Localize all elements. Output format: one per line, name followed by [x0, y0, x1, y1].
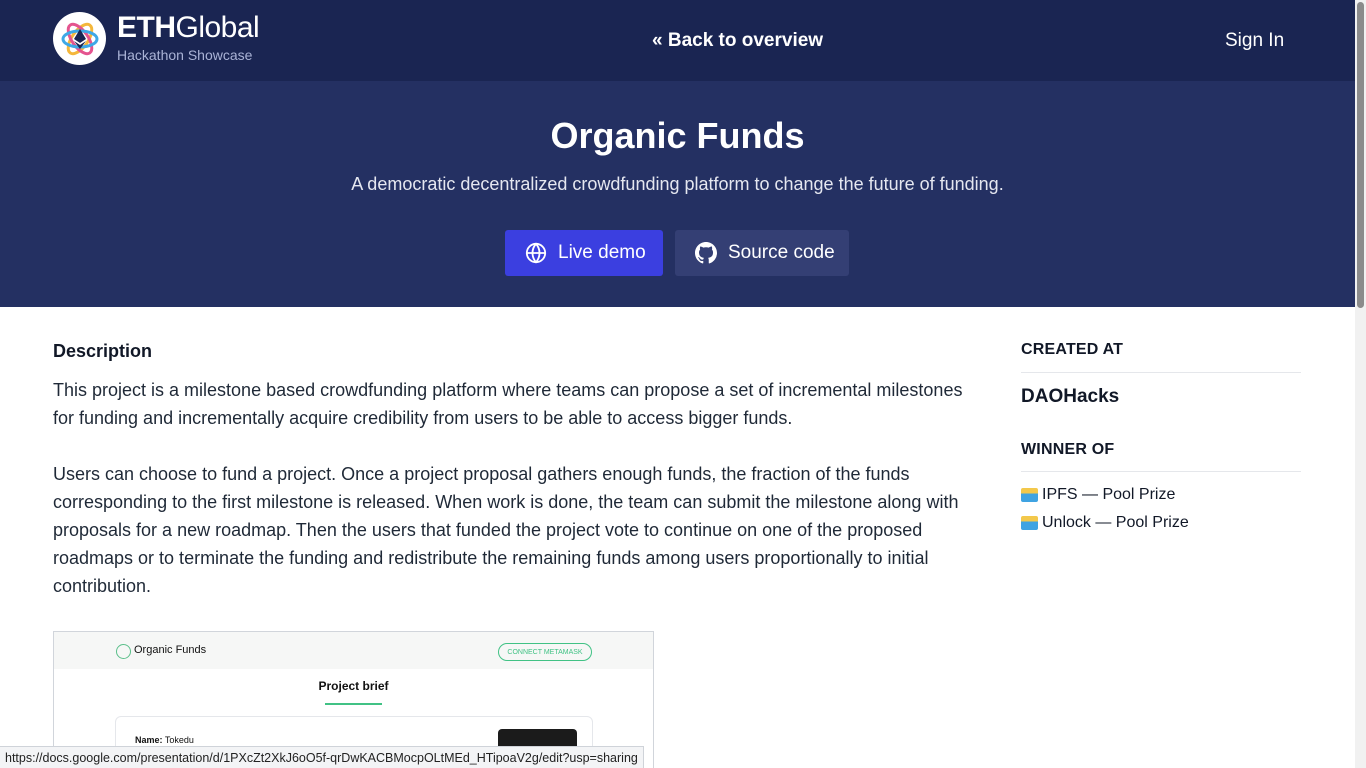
scrollbar-thumb[interactable] [1357, 2, 1364, 308]
source-code-label: Source code [728, 242, 835, 263]
pool-prize-icon [1021, 488, 1038, 502]
prize-item: IPFS — Pool Prize [1021, 486, 1175, 504]
globe-icon [525, 242, 547, 264]
brand-subtitle: Hackathon Showcase [117, 47, 253, 63]
description-paragraph: This project is a milestone based crowdf… [53, 380, 963, 428]
sign-in-link[interactable]: Sign In [1225, 30, 1284, 52]
project-tagline: A democratic decentralized crowdfunding … [351, 174, 1004, 194]
github-icon [695, 242, 717, 264]
description-heading: Description [53, 341, 153, 361]
top-navigation-bar: ETHGlobal Hackathon Showcase « Back to o… [0, 0, 1355, 81]
divider [1021, 372, 1301, 373]
winner-of-heading: WINNER OF [1021, 441, 1115, 458]
prize-label: IPFS — Pool Prize [1042, 486, 1176, 503]
event-link[interactable]: DAOHacks [1021, 386, 1119, 408]
live-demo-button[interactable]: Live demo [505, 230, 663, 276]
preview-connect-button: CONNECT METAMASK [498, 643, 592, 661]
created-at-heading: CREATED AT [1021, 341, 1124, 358]
project-hero: Organic Funds A democratic decentralized… [0, 81, 1355, 307]
source-code-button[interactable]: Source code [675, 230, 849, 276]
brand: ETHGlobal Hackathon Showcase [117, 10, 260, 63]
divider [1021, 471, 1301, 472]
preview-section-title: Project brief [318, 679, 389, 693]
preview-name-field: Name: Tokedu [135, 735, 194, 745]
brand-title[interactable]: ETHGlobal [117, 10, 260, 46]
description-paragraph: Users can choose to fund a project. Once… [53, 464, 959, 596]
link-status-bar: https://docs.google.com/presentation/d/1… [0, 746, 644, 768]
pool-prize-icon [1021, 516, 1038, 530]
prize-item: Unlock — Pool Prize [1021, 514, 1189, 532]
prize-label: Unlock — Pool Prize [1042, 514, 1189, 531]
live-demo-label: Live demo [558, 242, 646, 263]
preview-tab-underline [325, 703, 382, 705]
preview-app-name: Organic Funds [134, 644, 207, 656]
preview-logo-icon [116, 644, 131, 659]
project-title: Organic Funds [550, 115, 805, 156]
back-to-overview-link[interactable]: « Back to overview [652, 30, 823, 52]
ethglobal-logo-icon[interactable] [53, 12, 106, 65]
